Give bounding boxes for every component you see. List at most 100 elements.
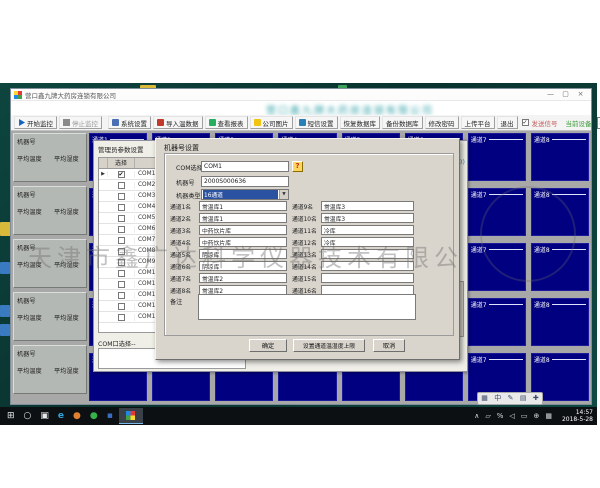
- set-limits-button[interactable]: 设置通道温湿度上限: [293, 339, 365, 352]
- tray-icon[interactable]: ⊕: [533, 412, 539, 420]
- start-monitor-button[interactable]: 开始监控: [14, 116, 57, 129]
- machine-no-input[interactable]: [201, 176, 289, 187]
- channel-tile: 通道8: [531, 298, 589, 346]
- toolbar-button[interactable]: 上传平台: [461, 116, 495, 129]
- taskbar-app-icon[interactable]: ●: [90, 408, 98, 424]
- help-button[interactable]: ?: [292, 161, 303, 172]
- channel-tile-label: 通道8: [534, 355, 550, 364]
- channel-name-input[interactable]: [199, 249, 287, 259]
- tray-icon[interactable]: ◁: [509, 412, 514, 420]
- stop-icon: [63, 119, 70, 126]
- note-textarea[interactable]: [198, 294, 416, 320]
- taskbar-app-icon[interactable]: ⊞: [7, 408, 15, 424]
- cancel-button[interactable]: 取消: [373, 339, 405, 352]
- avg-temp-label: 平均温度: [17, 313, 42, 322]
- channel-name-input[interactable]: [199, 201, 287, 211]
- row-checkbox[interactable]: [118, 193, 125, 200]
- desktop-icon[interactable]: [0, 305, 10, 317]
- ok-button[interactable]: 确定: [249, 339, 287, 352]
- channel-name-input[interactable]: [321, 225, 414, 235]
- channel-name-input[interactable]: [199, 213, 287, 223]
- row-checkbox[interactable]: [118, 237, 125, 244]
- avg-temp-label: 平均温度: [17, 366, 42, 375]
- row-checkbox[interactable]: [118, 248, 125, 255]
- channel-name-input[interactable]: [321, 249, 414, 259]
- toolbar-button[interactable]: 修改密码: [425, 116, 459, 129]
- row-checkbox[interactable]: [118, 259, 125, 266]
- dialog-title: 机器号设置: [164, 143, 199, 153]
- com-input[interactable]: [201, 161, 289, 172]
- desktop-icon[interactable]: [0, 324, 10, 336]
- channel-name-input[interactable]: [199, 237, 287, 247]
- desktop-icon[interactable]: [0, 262, 10, 274]
- ime-icon[interactable]: ▤: [520, 393, 527, 404]
- toolbar-button[interactable]: 系统设置: [108, 116, 151, 129]
- channel-name-input[interactable]: [321, 201, 414, 211]
- ime-icon[interactable]: ✚: [533, 393, 539, 404]
- row-checkbox[interactable]: [118, 292, 125, 299]
- tray-icon[interactable]: ∧: [474, 412, 479, 420]
- menu-strip: 营口鑫九牌大药房连锁有限公司: [11, 101, 591, 115]
- ime-icon[interactable]: ▦: [481, 393, 488, 404]
- channel-field-row: 通道9名: [292, 201, 414, 211]
- row-checkbox[interactable]: ✔: [118, 171, 125, 178]
- toolbar-button[interactable]: 恢复数据库: [340, 116, 381, 129]
- ime-icon[interactable]: ✎: [508, 393, 514, 404]
- row-checkbox[interactable]: [118, 314, 125, 321]
- row-checkbox[interactable]: [118, 226, 125, 233]
- chevron-down-icon[interactable]: ▼: [279, 190, 288, 199]
- channel-name-input[interactable]: [199, 273, 287, 283]
- toolbar-button-icon: [209, 119, 216, 126]
- row-checkbox[interactable]: [118, 303, 125, 310]
- stop-monitor-button[interactable]: 停止监控: [59, 116, 102, 129]
- send-signal-checkbox[interactable]: ✓: [522, 119, 529, 126]
- taskbar-app-icon[interactable]: ○: [24, 408, 32, 424]
- channel-field-row: 通道3名: [170, 225, 287, 235]
- maximize-button[interactable]: ▢: [558, 89, 573, 100]
- row-checkbox[interactable]: [118, 270, 125, 277]
- toolbar-button[interactable]: 导入温数据: [153, 116, 203, 129]
- channel-tile-label: 通道7: [471, 300, 487, 309]
- ime-language-bar: ▦ 中 ✎ ▤ ✚: [477, 392, 543, 405]
- tray-icon[interactable]: ▦: [545, 412, 552, 420]
- machine-type-dropdown[interactable]: 16通道 ▼: [201, 189, 289, 200]
- channel-tile-label: 通道8: [534, 190, 550, 199]
- close-button[interactable]: ×: [573, 89, 588, 100]
- toolbar-button[interactable]: 退出: [497, 116, 518, 129]
- channel-name-label: 通道5名: [170, 250, 199, 259]
- toolbar-button-icon: [157, 119, 164, 126]
- row-checkbox[interactable]: [118, 215, 125, 222]
- channel-name-label: 通道15名: [292, 274, 321, 283]
- active-app-button[interactable]: [119, 408, 143, 424]
- tray-icon[interactable]: ▱: [485, 412, 490, 420]
- channel-name-input[interactable]: [321, 237, 414, 247]
- toolbar-button[interactable]: 公司图片: [250, 116, 293, 129]
- tile-divider: [489, 359, 523, 360]
- taskbar-app-icon[interactable]: ▣: [40, 408, 49, 424]
- minimize-button[interactable]: —: [543, 89, 558, 100]
- device-dropdown[interactable]: 机器号 2000S000636 16通道 ▼: [597, 117, 600, 129]
- machine-panel: 机器号 平均温度 平均湿度: [13, 186, 87, 235]
- ime-icon[interactable]: 中: [494, 393, 501, 404]
- toolbar-button[interactable]: 查看报表: [205, 116, 248, 129]
- taskbar-app-icon[interactable]: e: [58, 408, 64, 424]
- tray-icon[interactable]: ▭: [521, 412, 528, 420]
- toolbar-button[interactable]: 备份数据库: [382, 116, 423, 129]
- tray-icon[interactable]: %: [497, 412, 504, 420]
- channel-fields-left: 通道1名 通道2名 通道3名 通道4名 通道5名 通道6名 通道7名: [170, 201, 287, 297]
- toolbar-button[interactable]: 短信设置: [295, 116, 338, 129]
- channel-name-input[interactable]: [199, 261, 287, 271]
- row-checkbox[interactable]: [118, 204, 125, 211]
- row-checkbox[interactable]: [118, 182, 125, 189]
- taskbar-app-icon[interactable]: ●: [73, 408, 81, 424]
- taskbar-app-icon[interactable]: ▪: [107, 408, 113, 424]
- taskbar-clock[interactable]: 14:57 2018-5-28: [558, 409, 593, 423]
- channel-name-label: 通道1名: [170, 202, 199, 211]
- row-checkbox[interactable]: [118, 281, 125, 288]
- channel-name-label: 通道9名: [292, 202, 321, 211]
- channel-name-input[interactable]: [321, 213, 414, 223]
- machine-no-label: 机器号: [17, 190, 36, 199]
- channel-name-input[interactable]: [321, 273, 414, 283]
- channel-name-input[interactable]: [321, 261, 414, 271]
- channel-name-input[interactable]: [199, 225, 287, 235]
